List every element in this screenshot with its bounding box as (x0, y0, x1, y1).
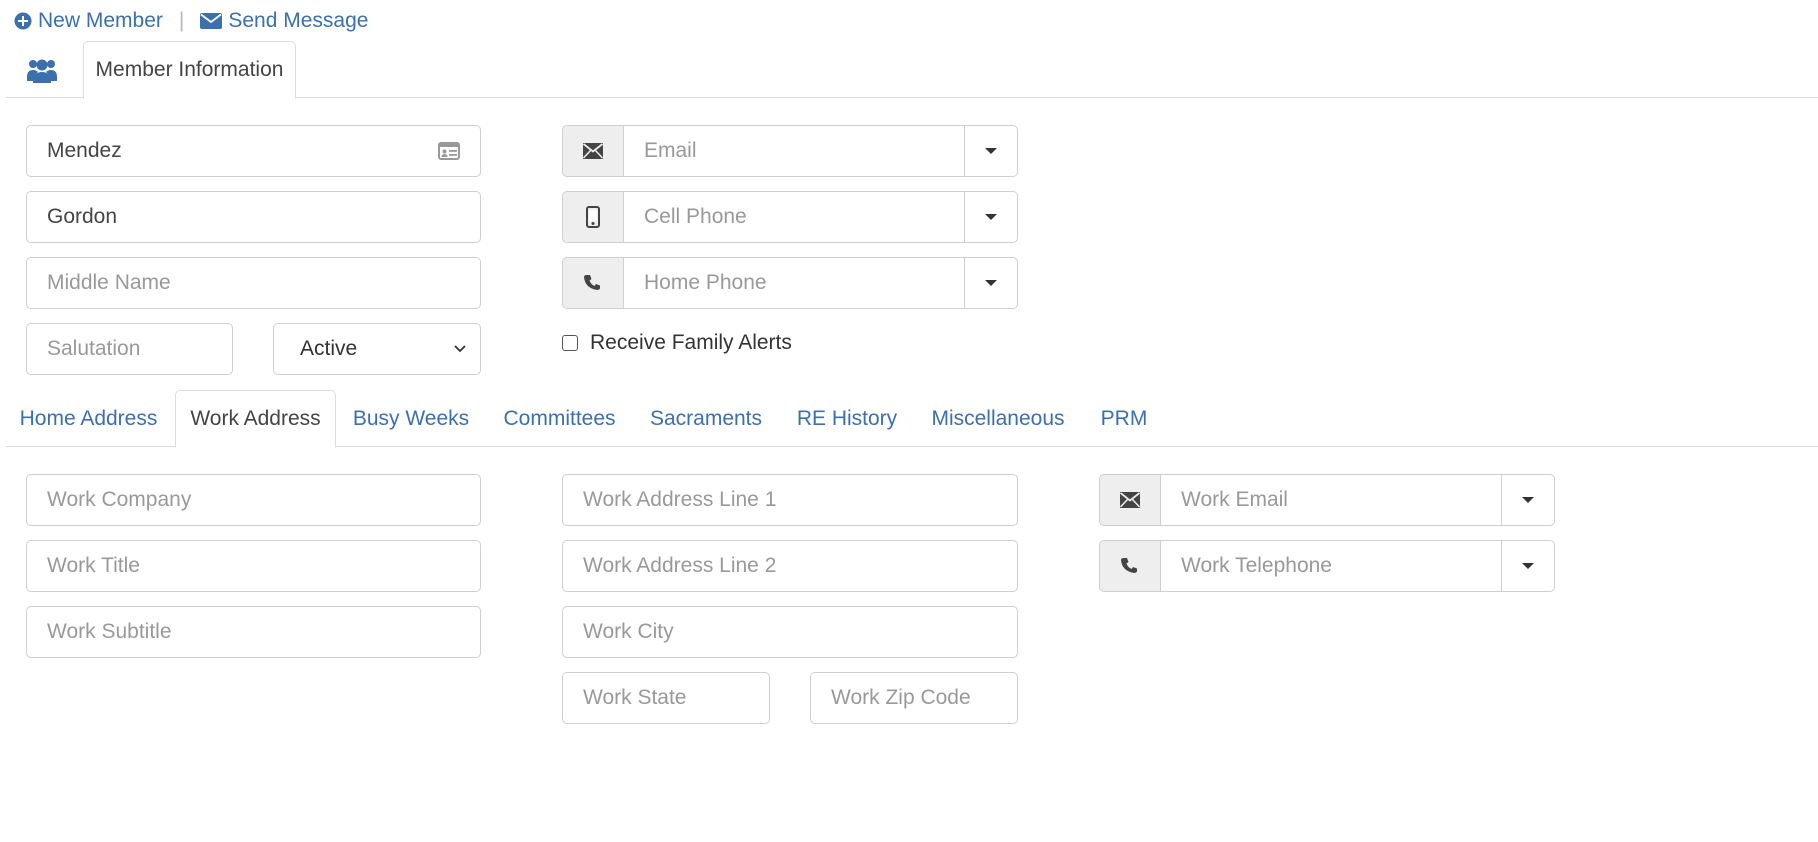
work-address-line1-input[interactable]: Work Address Line 1 (562, 474, 1018, 526)
first-name-value: Gordon (47, 205, 118, 228)
work-company-input[interactable]: Work Company (26, 474, 481, 526)
tab-committees[interactable]: Committees (488, 395, 631, 443)
new-member-label: New Member (38, 9, 163, 32)
home-phone-addon (562, 257, 623, 309)
plus-circle-icon (14, 12, 32, 30)
email-dropdown-button[interactable] (965, 125, 1018, 177)
last-name-input[interactable]: Mendez (26, 125, 481, 177)
tab-busy-weeks[interactable]: Busy Weeks (339, 395, 483, 443)
cell-phone-input[interactable]: Cell Phone (623, 191, 965, 243)
tab-committees-label: Committees (503, 407, 616, 430)
id-card-icon (438, 142, 460, 160)
work-telephone-dropdown-button[interactable] (1502, 540, 1555, 592)
work-email-dropdown-button[interactable] (1502, 474, 1555, 526)
send-message-label: Send Message (228, 9, 369, 32)
middle-name-input[interactable]: Middle Name (26, 257, 481, 309)
work-title-placeholder: Work Title (47, 554, 140, 577)
tab-re-history-label: RE History (796, 407, 898, 430)
home-phone-dropdown-button[interactable] (965, 257, 1018, 309)
tab-home-address-label: Home Address (19, 407, 158, 430)
last-name-value: Mendez (47, 139, 122, 162)
envelope-icon (583, 143, 603, 159)
work-city-input[interactable]: Work City (562, 606, 1018, 658)
work-address-line2-input[interactable]: Work Address Line 2 (562, 540, 1018, 592)
salutation-input[interactable]: Salutation (26, 323, 233, 375)
chevron-down-icon (454, 345, 466, 353)
work-email-placeholder: Work Email (1181, 488, 1288, 511)
home-phone-placeholder: Home Phone (644, 271, 767, 294)
tab-sacraments[interactable]: Sacraments (636, 395, 776, 443)
email-addon (562, 125, 623, 177)
work-email-group: Work Email (1099, 474, 1555, 526)
tab-home-address[interactable]: Home Address (6, 395, 171, 443)
new-member-link[interactable]: New Member (14, 9, 163, 33)
home-phone-input[interactable]: Home Phone (623, 257, 965, 309)
tab-member-information-label: Member Information (95, 58, 284, 81)
work-zip-placeholder: Work Zip Code (831, 686, 971, 709)
tab-member-information[interactable]: Member Information (83, 41, 296, 99)
caret-down-icon (1522, 563, 1534, 569)
caret-down-icon (985, 148, 997, 154)
home-phone-group: Home Phone (562, 257, 1018, 309)
users-icon (27, 59, 57, 83)
first-name-input[interactable]: Gordon (26, 191, 481, 243)
email-input[interactable]: Email (623, 125, 965, 177)
work-email-addon (1099, 474, 1160, 526)
work-email-input[interactable]: Work Email (1160, 474, 1502, 526)
email-placeholder: Email (644, 139, 697, 162)
status-select[interactable]: Active (273, 323, 481, 375)
caret-down-icon (985, 280, 997, 286)
work-telephone-group: Work Telephone (1099, 540, 1555, 592)
cell-phone-dropdown-button[interactable] (965, 191, 1018, 243)
tab-prm-label: PRM (1100, 407, 1148, 430)
work-subtitle-input[interactable]: Work Subtitle (26, 606, 481, 658)
tab-miscellaneous-label: Miscellaneous (931, 407, 1065, 430)
cell-phone-placeholder: Cell Phone (644, 205, 747, 228)
work-company-placeholder: Work Company (47, 488, 192, 511)
family-alerts-checkbox-row[interactable]: Receive Family Alerts (562, 331, 792, 355)
work-title-input[interactable]: Work Title (26, 540, 481, 592)
work-telephone-input[interactable]: Work Telephone (1160, 540, 1502, 592)
work-telephone-addon (1099, 540, 1160, 592)
work-state-placeholder: Work State (583, 686, 687, 709)
work-telephone-placeholder: Work Telephone (1181, 554, 1332, 577)
work-address-line2-placeholder: Work Address Line 2 (583, 554, 777, 577)
phone-icon (1121, 558, 1137, 573)
status-value: Active (300, 337, 358, 360)
work-state-input[interactable]: Work State (562, 672, 770, 724)
cell-phone-group: Cell Phone (562, 191, 1018, 243)
work-subtitle-placeholder: Work Subtitle (47, 620, 172, 643)
tab-members-group[interactable] (22, 50, 62, 90)
tab-re-history[interactable]: RE History (781, 395, 913, 443)
tab-sacraments-label: Sacraments (649, 407, 763, 430)
tab-prm[interactable]: PRM (1083, 395, 1165, 443)
mobile-phone-icon (586, 206, 600, 228)
work-address-line1-placeholder: Work Address Line 1 (583, 488, 777, 511)
toolbar-separator: | (178, 9, 185, 32)
envelope-icon (200, 13, 223, 29)
family-alerts-label: Receive Family Alerts (590, 331, 792, 354)
work-city-placeholder: Work City (583, 620, 674, 643)
tab-work-address[interactable]: Work Address (175, 390, 336, 448)
family-alerts-checkbox[interactable] (562, 335, 578, 351)
caret-down-icon (985, 214, 997, 220)
middle-name-placeholder: Middle Name (47, 271, 171, 294)
send-message-link[interactable]: Send Message (200, 9, 368, 33)
email-group: Email (562, 125, 1018, 177)
tab-work-address-label: Work Address (190, 407, 321, 430)
tab-miscellaneous[interactable]: Miscellaneous (918, 395, 1078, 443)
cell-phone-addon (562, 191, 623, 243)
salutation-placeholder: Salutation (47, 337, 141, 360)
action-bar: New Member | Send Message (14, 8, 368, 34)
envelope-icon (1120, 492, 1140, 508)
work-zip-input[interactable]: Work Zip Code (810, 672, 1018, 724)
tab-busy-weeks-label: Busy Weeks (352, 407, 470, 430)
phone-icon (584, 275, 600, 290)
caret-down-icon (1522, 497, 1534, 503)
